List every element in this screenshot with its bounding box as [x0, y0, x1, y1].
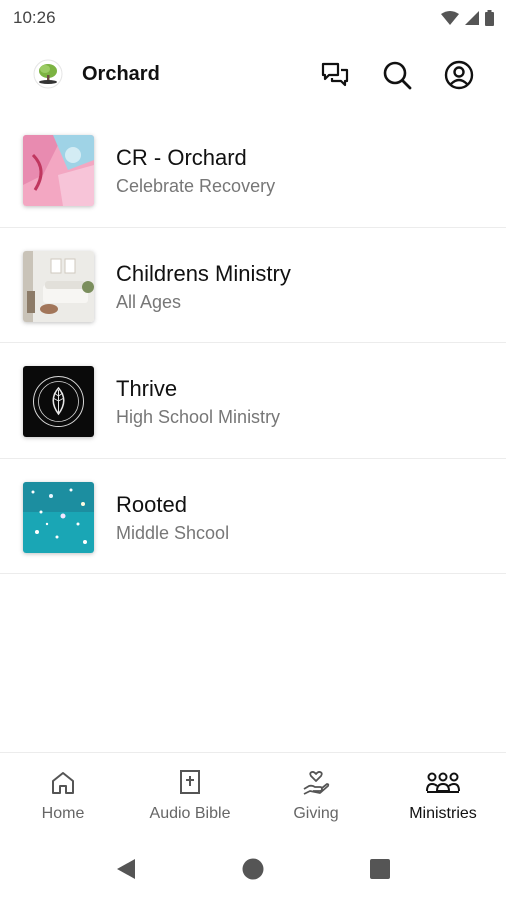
- item-subtitle: Middle Shcool: [116, 522, 230, 543]
- recents-square-icon: [370, 859, 390, 879]
- nav-label: Giving: [293, 805, 339, 822]
- nav-ministries[interactable]: Ministries: [380, 753, 506, 839]
- nav-label: Ministries: [409, 805, 477, 822]
- list-item-childrens-ministry[interactable]: Childrens Ministry All Ages: [0, 228, 506, 343]
- nav-giving[interactable]: Giving: [253, 753, 379, 839]
- home-system-button[interactable]: [238, 854, 268, 884]
- home-icon: [52, 772, 74, 794]
- list-item-rooted[interactable]: Rooted Middle Shcool: [0, 459, 506, 574]
- back-triangle-icon: [117, 859, 135, 879]
- signal-icon: [465, 11, 479, 25]
- system-nav-bar: [0, 838, 506, 900]
- item-title: Rooted: [116, 491, 187, 517]
- status-time: 10:26: [13, 8, 56, 27]
- nav-label: Home: [41, 805, 85, 822]
- chat-bubbles-icon: [321, 62, 349, 87]
- item-title: Thrive: [116, 376, 178, 401]
- item-title: CR - Orchard: [116, 145, 247, 170]
- home-circle-icon: [242, 858, 264, 880]
- ministries-list: CR - Orchard Celebrate Recovery Children…: [0, 112, 506, 574]
- status-bar: 10:26: [0, 0, 506, 36]
- search-button[interactable]: [381, 59, 413, 91]
- chat-button[interactable]: [319, 59, 351, 91]
- rooted-thumbnail: [23, 481, 94, 553]
- status-icons: [441, 10, 494, 26]
- nav-audio-bible[interactable]: Audio Bible: [127, 753, 253, 839]
- nav-label: Audio Bible: [149, 805, 231, 822]
- back-button[interactable]: [111, 854, 141, 884]
- battery-icon: [485, 10, 494, 26]
- tree-logo-icon: [33, 59, 63, 89]
- bottom-nav: Home Audio Bible Giving Ministries: [0, 752, 506, 838]
- account-circle-icon: [444, 60, 474, 90]
- giving-hand-icon: [303, 771, 330, 795]
- search-icon: [383, 61, 412, 90]
- cr-orchard-thumbnail: [23, 135, 94, 206]
- wifi-icon: [441, 10, 459, 25]
- nav-home[interactable]: Home: [0, 753, 126, 839]
- app-bar: Orchard: [0, 44, 506, 104]
- item-subtitle: High School Ministry: [116, 407, 281, 427]
- group-icon: [426, 772, 460, 793]
- recents-button[interactable]: [365, 854, 395, 884]
- item-subtitle: Celebrate Recovery: [116, 176, 276, 196]
- item-subtitle: All Ages: [116, 291, 182, 312]
- thrive-thumbnail: [23, 366, 94, 437]
- list-item-thrive[interactable]: Thrive High School Ministry: [0, 343, 506, 459]
- account-button[interactable]: [443, 59, 475, 91]
- bible-icon: [180, 770, 200, 794]
- app-title: Orchard: [82, 63, 160, 85]
- childrens-ministry-thumbnail: [23, 250, 94, 322]
- list-item-cr-orchard[interactable]: CR - Orchard Celebrate Recovery: [0, 112, 506, 228]
- item-title: Childrens Ministry: [116, 260, 291, 286]
